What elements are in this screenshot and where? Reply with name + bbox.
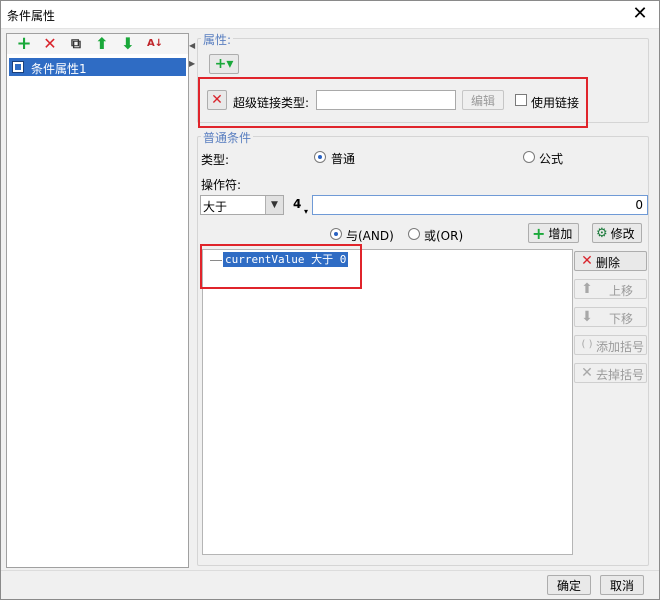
arrow-down-icon: ⬇	[581, 309, 593, 325]
remove-parentheses-icon: ✕	[581, 365, 593, 381]
window-title: 条件属性	[7, 9, 56, 23]
tree-item-condition-1[interactable]: 条件属性1	[9, 58, 186, 76]
condition-tree-panel: + ✕ ⧉ ⬆ ⬇ A↓ 条件属性1	[6, 33, 189, 568]
delete-condition-label: 删除	[596, 256, 621, 270]
logic-and-radio[interactable]	[330, 228, 342, 240]
operand-value-field[interactable]: 0	[312, 195, 648, 215]
move-up-label: 上移	[609, 284, 634, 298]
properties-group-title: 属性:	[201, 31, 234, 48]
move-up-icon[interactable]: ⬆	[93, 35, 111, 53]
move-up-button[interactable]: ⬆ 上移	[574, 279, 647, 299]
add-property-button[interactable]: +▾	[209, 54, 239, 74]
add-condition-button[interactable]: + 增加	[528, 223, 579, 243]
type-label: 类型:	[201, 153, 230, 167]
collapse-left-icon[interactable]: ◀	[189, 41, 195, 50]
parentheses-icon: ( )	[581, 339, 593, 350]
add-parentheses-button[interactable]: ( ) 添加括号	[574, 335, 647, 355]
collapse-right-icon[interactable]: ▶	[189, 59, 195, 68]
logic-or-label: 或(OR)	[424, 229, 464, 243]
use-link-label: 使用链接	[531, 96, 580, 110]
normal-condition-group-title: 普通条件	[201, 129, 254, 146]
type-normal-label: 普通	[331, 152, 356, 166]
copy-icon[interactable]: ⧉	[67, 35, 85, 53]
delete-condition-button[interactable]: ✕ 删除	[574, 251, 647, 271]
operand-value-text: 0	[635, 198, 643, 212]
hyperlink-type-field[interactable]	[316, 90, 456, 110]
arrow-up-icon: ⬆	[581, 281, 593, 297]
operator-select[interactable]: 大于 ▼	[200, 195, 284, 215]
type-formula-label: 公式	[539, 152, 564, 166]
move-down-label: 下移	[609, 312, 634, 326]
move-down-button[interactable]: ⬇ 下移	[574, 307, 647, 327]
modify-condition-button[interactable]: ⚙ 修改	[592, 223, 642, 243]
remove-parentheses-label: 去掉括号	[596, 368, 645, 382]
type-normal-radio[interactable]	[314, 151, 326, 163]
value-type-chevron-icon[interactable]: ▾	[304, 207, 308, 216]
modify-condition-label: 修改	[610, 226, 635, 241]
cancel-button[interactable]: 取消	[600, 575, 644, 595]
logic-or-radio[interactable]	[408, 228, 420, 240]
condition-list[interactable]: currentValue 大于 0	[202, 249, 573, 555]
move-down-icon[interactable]: ⬇	[119, 35, 137, 53]
remove-property-button[interactable]: ✕	[207, 90, 227, 110]
use-link-checkbox[interactable]	[515, 94, 527, 106]
sort-icon[interactable]: A↓	[145, 35, 165, 53]
edit-button[interactable]: 编辑	[462, 90, 504, 110]
modify-icon: ⚙	[596, 225, 608, 241]
tree-toolbar: + ✕ ⧉ ⬆ ⬇ A↓	[7, 34, 188, 54]
condition-properties-dialog: 条件属性 ✕ + ✕ ⧉ ⬆ ⬇ A↓ 条件属性1 ◀ ▶ 属性: +▾ ✕ 超…	[0, 0, 660, 600]
value-type-icon[interactable]: 4	[293, 197, 301, 211]
operator-label: 操作符:	[201, 178, 242, 192]
remove-parentheses-button[interactable]: ✕ 去掉括号	[574, 363, 647, 383]
panel-splitter[interactable]: ◀ ▶	[189, 33, 195, 568]
highlight-frame-condition	[200, 244, 362, 289]
type-formula-radio[interactable]	[523, 151, 535, 163]
chevron-down-icon[interactable]: ▼	[265, 196, 283, 214]
delete-icon[interactable]: ✕	[41, 35, 59, 53]
add-parentheses-label: 添加括号	[596, 340, 645, 354]
add-icon[interactable]: +	[15, 35, 33, 53]
operator-select-value: 大于	[203, 200, 228, 214]
ok-button[interactable]: 确定	[547, 575, 591, 595]
condition-node-icon	[12, 61, 24, 73]
tree-item-label: 条件属性1	[31, 62, 87, 76]
delete-icon: ✕	[581, 253, 593, 269]
add-condition-label: 增加	[548, 226, 573, 241]
hyperlink-type-label: 超级链接类型:	[233, 96, 310, 110]
logic-and-label: 与(AND)	[346, 229, 394, 243]
title-bar: 条件属性 ✕	[1, 1, 659, 29]
add-icon: +	[532, 223, 546, 243]
close-icon[interactable]: ✕	[629, 4, 651, 24]
